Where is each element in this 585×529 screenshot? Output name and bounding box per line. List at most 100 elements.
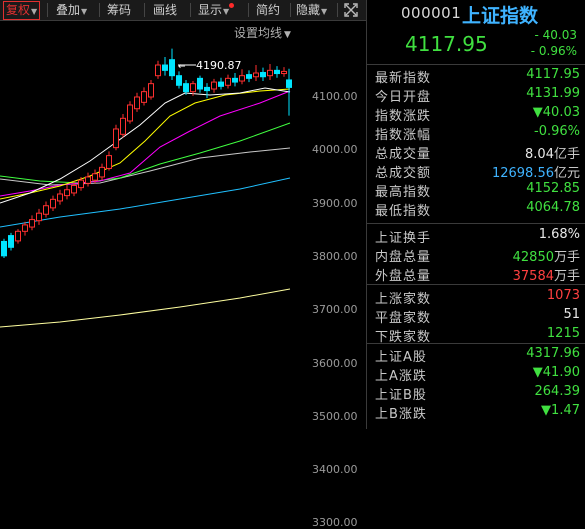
kline-chart[interactable]: 设置均线 ▼ ← 4190.87 [0,21,298,429]
y-axis-tick: 3500.00 [312,409,358,423]
adjust-menu[interactable]: 复权▼ [3,1,41,20]
stat-label: 指数涨幅 [375,128,432,143]
ma250-line [0,288,291,328]
stat-label: 最新指数 [375,71,432,86]
candle-body [148,83,154,98]
candle-body [183,83,189,93]
candle-body [99,166,105,178]
stat-value: 1073 [546,288,580,303]
candle-body [78,179,84,189]
candle-body [22,224,28,232]
y-axis-tick: 3900.00 [312,196,358,210]
candle-body [120,117,126,135]
stat-row: 平盘家数 51 [367,307,585,326]
y-axis-tick: 3800.00 [312,249,358,263]
chips-button[interactable]: 筹码 [107,0,131,20]
price-axis: 4100.00 4000.00 3900.00 3800.00 3700.00 3600.… [298,21,364,529]
y-axis-tick: 3700.00 [312,303,358,317]
stat-label: 上B涨跌 [375,407,427,422]
y-axis-tick: 3600.00 [312,356,358,370]
display-menu[interactable]: 显示▼ [198,0,235,20]
chevron-down-icon[interactable]: ▼ [284,30,291,40]
price-change-pct: - 0.96% [530,44,577,58]
stat-row: 今日开盘 4131.99 [367,86,585,105]
ma-settings-label[interactable]: 设置均线 [234,26,282,40]
candle-body [211,81,217,90]
chevron-down-icon: ▼ [81,7,88,16]
candle-body [1,240,7,257]
stat-label: 平盘家数 [375,311,432,326]
stat-value: 51 [563,307,580,322]
chevron-down-icon: ▼ [223,7,230,16]
stat-value: 8.04亿手 [525,147,580,162]
stat-value: 4064.78 [526,200,580,215]
stat-row: 上证A股 4317.96 [367,346,585,365]
stat-label: 指数涨跌 [375,109,432,124]
candle-body [50,198,56,209]
ma5-line [0,87,291,204]
candle-body [155,64,161,77]
divider [337,3,338,17]
candle-body [36,212,42,222]
stat-value: ▼1.47 [541,403,580,418]
candle-body [134,96,140,110]
stat-value: 4152.85 [526,181,580,196]
candle-body [190,83,196,93]
hide-menu[interactable]: 隐藏▼ [296,0,327,20]
notification-dot [229,3,235,8]
quote-panel: 000001 上证指数 4117.95 - 40.03 - 0.96% 最新指数… [367,0,585,429]
stat-value: ▼40.03 [532,105,580,120]
candle-body [169,59,175,77]
stat-value: ▼41.90 [532,365,580,380]
stat-row: 下跌家数 1215 [367,326,585,345]
stat-label: 上证换手 [375,231,432,246]
candle-body [64,189,70,197]
draw-line-button[interactable]: 画线 [153,0,177,20]
current-price: 4117.95 [405,32,488,56]
ma30-line [0,122,291,184]
divider [290,3,291,17]
simple-mode-button[interactable]: 简约 [256,0,280,20]
candle-body [246,74,252,79]
divider [367,284,585,285]
candle-body [274,69,280,75]
expand-icon[interactable] [343,2,359,22]
candle-body [225,77,231,86]
stat-value: 4117.95 [526,67,580,82]
candle-body [239,75,245,82]
stat-row: 上证B股 264.39 [367,384,585,403]
candle-body [232,77,238,83]
candle-body [286,79,292,88]
divider [144,3,145,17]
stat-row: 指数涨跌 ▼40.03 [367,105,585,124]
candle-body [92,173,98,181]
stat-row: 总成交额 12698.56亿元 [367,162,585,181]
candle-body [204,86,210,92]
divider [190,3,191,17]
divider [367,223,585,224]
y-axis-tick: 4100.00 [312,90,358,103]
stat-label: 总成交量 [375,147,432,162]
stat-value: 4317.96 [526,346,580,361]
stat-label: 下跌家数 [375,330,432,345]
stock-name[interactable]: 上证指数 [462,1,538,28]
stat-value: 264.39 [534,384,581,399]
divider [99,3,100,17]
price-change: - 40.03 [534,28,578,42]
candle-body [281,70,287,75]
stat-label: 外盘总量 [375,269,432,284]
candle-body [15,230,21,242]
stat-row: 最高指数 4152.85 [367,181,585,200]
high-annotation: 4190.87 [196,59,242,72]
overlay-menu[interactable]: 叠加▼ [56,0,87,20]
stat-label: 内盘总量 [375,250,432,265]
candle-body [57,193,63,202]
stat-row: 内盘总量 42850万手 [367,246,585,265]
stat-label: 上证A股 [375,350,427,365]
candle-body [71,184,77,194]
stat-row: 外盘总量 37584万手 [367,265,585,284]
stat-row: 最新指数 4117.95 [367,67,585,86]
candle-body [127,104,133,122]
candle-body [29,219,35,228]
candle-body [197,77,203,90]
